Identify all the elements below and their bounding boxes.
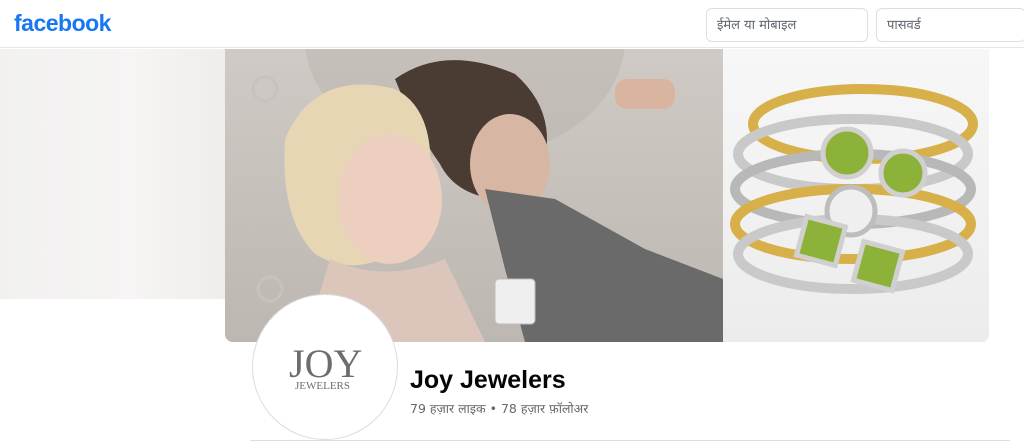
joy-jewelers-logo-icon: JOY JEWELERS <box>257 299 393 435</box>
section-divider <box>250 440 1010 441</box>
followers-count[interactable]: 78 हज़ार फ़ॉलोअर <box>501 401 588 416</box>
facebook-logo[interactable]: facebook <box>14 10 111 37</box>
password-input[interactable] <box>876 8 1024 42</box>
page-stats: 79 हज़ार लाइक • 78 हज़ार फ़ॉलोअर <box>410 400 588 417</box>
background-shade <box>0 49 225 299</box>
page-profile-picture[interactable]: JOY JEWELERS <box>253 295 397 439</box>
stacked-rings-illustration <box>730 84 978 294</box>
likes-count[interactable]: 79 हज़ार लाइक <box>410 401 486 416</box>
cover-rings-photo <box>723 49 989 342</box>
svg-text:JEWELERS: JEWELERS <box>295 380 350 392</box>
page-title[interactable]: Joy Jewelers <box>410 366 566 395</box>
stats-separator: • <box>489 401 497 416</box>
email-or-phone-input[interactable] <box>706 8 868 42</box>
top-navigation-bar: facebook <box>0 0 1024 48</box>
